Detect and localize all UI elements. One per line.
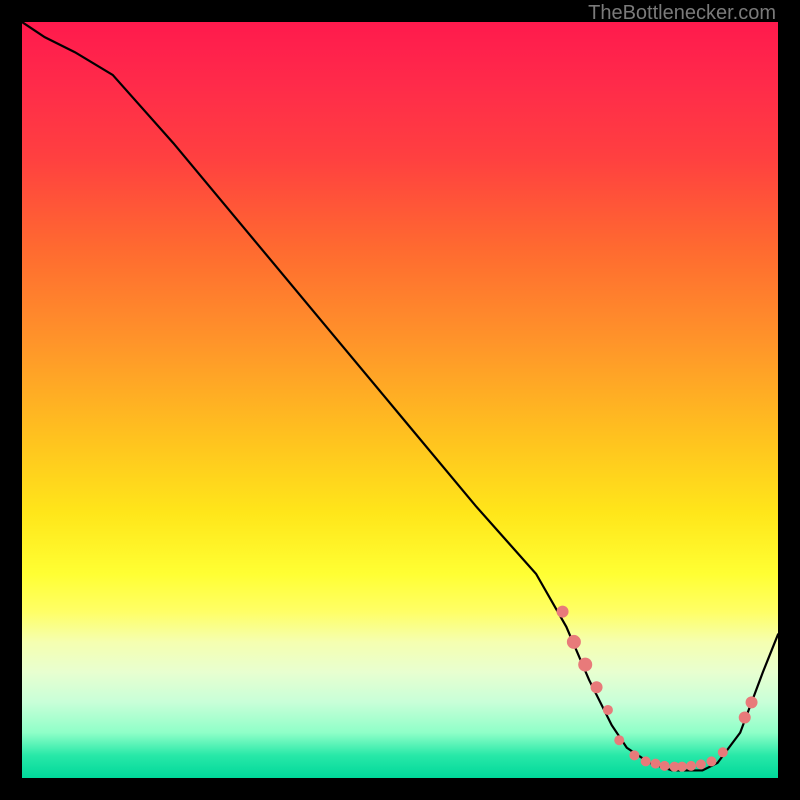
marker-dot: [677, 762, 687, 772]
marker-dot: [651, 759, 661, 769]
chart-svg: [22, 22, 778, 778]
marker-dot: [629, 750, 639, 760]
marker-dot: [578, 658, 592, 672]
marker-dot: [567, 635, 581, 649]
chart-frame: TheBottlenecker.com: [0, 0, 800, 800]
marker-dot: [614, 735, 624, 745]
marker-dot: [686, 761, 696, 771]
marker-dot: [557, 606, 569, 618]
marker-dot: [718, 747, 728, 757]
marker-dot: [660, 761, 670, 771]
marker-group: [557, 606, 758, 772]
marker-dot: [746, 696, 758, 708]
marker-dot: [641, 756, 651, 766]
marker-dot: [603, 705, 613, 715]
marker-dot: [591, 681, 603, 693]
marker-dot: [696, 759, 706, 769]
marker-dot: [739, 712, 751, 724]
bottleneck-curve: [22, 22, 778, 770]
marker-dot: [669, 762, 679, 772]
plot-area: [22, 22, 778, 778]
marker-dot: [706, 756, 716, 766]
